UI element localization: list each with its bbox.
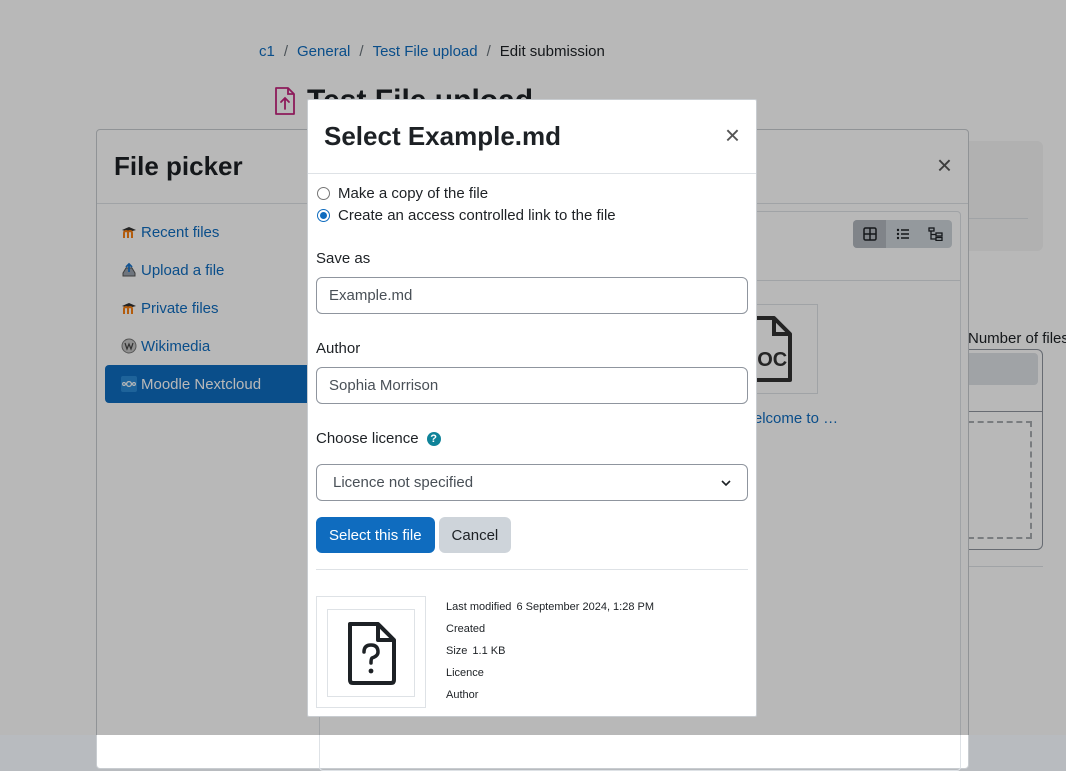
meta-author: Author <box>446 689 479 701</box>
author-label: Author <box>316 340 361 357</box>
meta-last-modified: Last modified 6 September 2024, 1:28 PM <box>446 601 655 613</box>
option-access-link[interactable]: Create an access controlled link to the … <box>316 204 748 226</box>
unknown-file-icon <box>348 622 396 685</box>
choose-licence-label: Choose licence? <box>316 430 748 447</box>
save-as-label: Save as <box>316 250 371 267</box>
dialog-close-button[interactable]: × <box>725 122 740 148</box>
dialog-title: Select Example.md <box>324 121 561 151</box>
meta-licence: Licence <box>446 667 484 679</box>
meta-size: Size 1.1 KB <box>446 645 506 657</box>
copy-file-label: Make a copy of the file <box>338 184 489 202</box>
file-preview <box>316 596 426 708</box>
meta-created: Created <box>446 623 486 635</box>
author-input[interactable] <box>316 367 748 404</box>
select-this-file-button[interactable]: Select this file <box>316 517 435 553</box>
save-as-input[interactable] <box>316 277 748 314</box>
licence-selected-value: Licence not specified <box>333 474 474 491</box>
access-link-radio[interactable] <box>317 208 330 222</box>
help-icon[interactable]: ? <box>426 432 441 447</box>
option-copy-file[interactable]: Make a copy of the file <box>316 182 748 204</box>
licence-select[interactable]: Licence not specified <box>316 464 748 501</box>
dialog-header: Select Example.md <box>308 100 756 174</box>
access-link-label: Create an access controlled link to the … <box>338 206 616 224</box>
dialog-body: Make a copy of the file Create an access… <box>316 182 748 570</box>
cancel-button[interactable]: Cancel <box>438 517 512 553</box>
copy-file-radio[interactable] <box>317 186 330 200</box>
dialog-actions: Select this file Cancel <box>316 517 748 553</box>
chevron-down-icon <box>721 479 731 486</box>
file-metadata: Last modified 6 September 2024, 1:28 PM … <box>446 596 654 706</box>
select-file-dialog: Select Example.md × Make a copy of the f… <box>307 99 757 717</box>
